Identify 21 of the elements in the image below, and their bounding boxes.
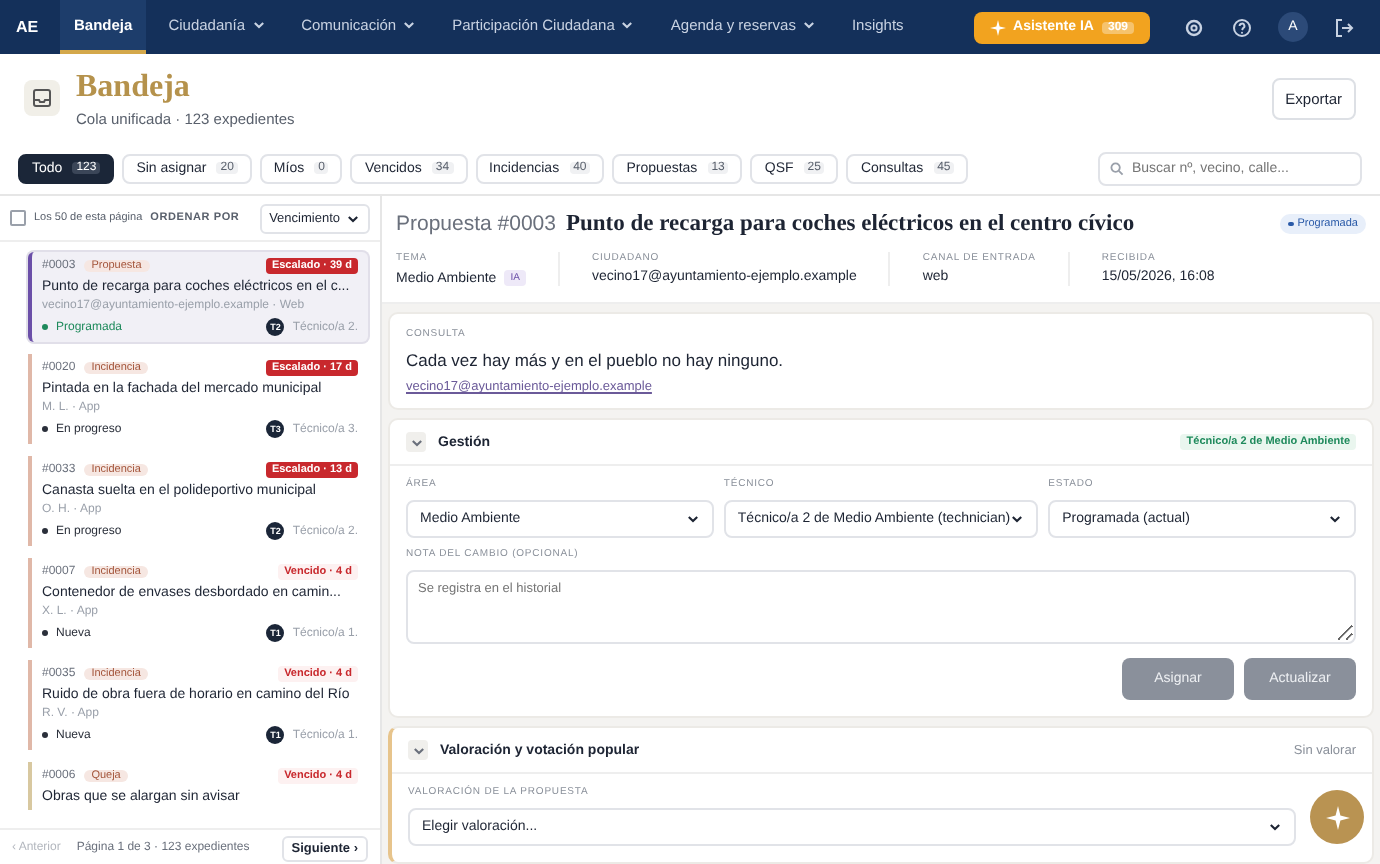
inbox-icon [24,80,60,116]
chevron-down-icon [411,743,425,757]
chevron-down-icon [1328,512,1342,526]
query-text: Cada vez hay más y en el pueblo no hay ninguno. [406,350,786,370]
logout-icon[interactable] [1334,17,1354,37]
page-title: Bandeja [76,69,192,105]
chevron-down-icon [1010,512,1025,526]
chevron-down-icon [685,512,700,526]
sparkle-icon [1325,805,1349,829]
chevron-down-icon [409,435,423,449]
select-all-checkbox[interactable] [10,210,26,226]
help-icon[interactable] [1232,17,1252,37]
collapse-toggle[interactable] [406,432,426,452]
collapse-toggle[interactable] [408,740,428,760]
case-kind-label: Propuesta #0003 [396,212,556,236]
chevron-down-icon [346,211,360,225]
settings-icon[interactable] [1184,17,1204,37]
app-logo: AE [16,18,41,36]
sparkle-icon [989,19,1006,35]
chevron-down-icon [1268,820,1282,834]
case-detail-title: Punto de recarga para coches eléctricos en el centro cívico [565,212,1135,236]
